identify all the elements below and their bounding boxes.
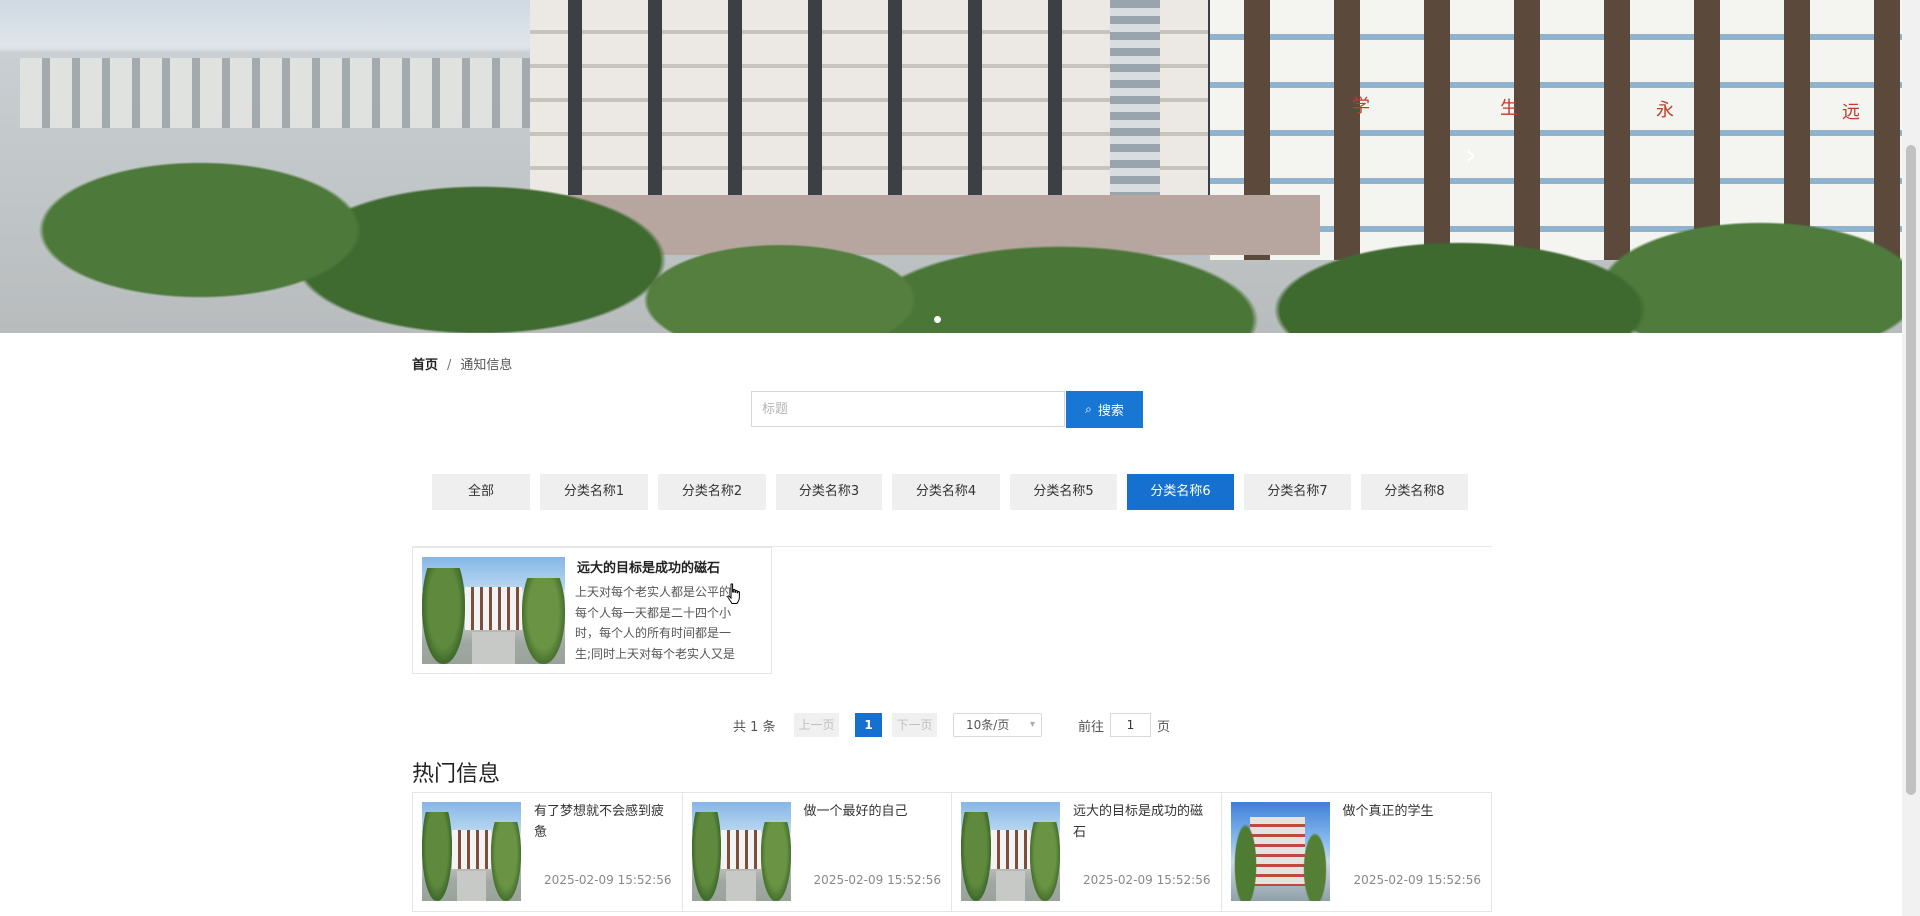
scrollbar-thumb[interactable] [1906, 145, 1916, 795]
search-button-label: 搜索 [1097, 404, 1124, 419]
carousel-indicator-dot[interactable] [934, 316, 941, 323]
hot-item-title[interactable]: 远大的目标是成功的磁石 [1073, 801, 1213, 843]
banner-trees [0, 110, 1902, 333]
category-tab-3[interactable]: 分类名称3 [776, 474, 882, 510]
pagination-page-1[interactable]: 1 [855, 713, 882, 737]
pagination: 共 1 条 上一页 1 下一页 10条/页 ▾ 前往 页 [0, 713, 1920, 737]
hot-item-date: 2025-02-09 15:52:56 [544, 873, 672, 887]
search-button[interactable]: ⌕ 搜索 [1066, 391, 1143, 428]
category-tab-1[interactable]: 分类名称1 [540, 474, 648, 510]
hot-item-thumbnail [691, 802, 791, 901]
page-size-select[interactable]: 10条/页 ▾ [953, 713, 1042, 737]
breadcrumb-home-link[interactable]: 首页 [412, 358, 438, 373]
category-tab-8[interactable]: 分类名称8 [1361, 474, 1468, 510]
breadcrumb: 首页 / 通知信息 [412, 354, 512, 373]
category-tab-5[interactable]: 分类名称5 [1010, 474, 1117, 510]
search-icon: ⌕ [1085, 402, 1092, 416]
hot-item-date: 2025-02-09 15:52:56 [1353, 873, 1481, 887]
hot-item-thumbnail [961, 802, 1060, 901]
chevron-down-icon: ▾ [1029, 719, 1035, 730]
category-tabs: 全部 分类名称1 分类名称2 分类名称3 分类名称4 分类名称5 分类名称6 分… [432, 474, 1468, 510]
page-size-value: 10条/页 [966, 718, 1010, 732]
article-summary: 上天对每个老实人都是公平的。每个人每一天都是二十四个小时，每个人的所有时间都是一… [575, 585, 744, 661]
pagination-prev-button[interactable]: 上一页 [794, 713, 839, 737]
hot-info-item[interactable]: 做个真正的学生 2025-02-09 15:52:56 [1222, 793, 1492, 911]
goto-page-input[interactable] [1110, 713, 1151, 737]
hot-item-thumbnail [422, 802, 521, 901]
category-tab-4[interactable]: 分类名称4 [892, 474, 1000, 510]
banner-carousel: 学 生 永 远 › [0, 0, 1902, 333]
hot-item-title[interactable]: 做一个最好的自己 [804, 801, 944, 822]
goto-unit-label: 页 [1157, 720, 1171, 735]
hot-item-title[interactable]: 做个真正的学生 [1343, 801, 1483, 822]
hot-item-date: 2025-02-09 15:52:56 [1083, 873, 1211, 887]
article-card[interactable]: 远大的目标是成功的磁石 上天对每个老实人都是公平的。每个人每一天都是二十四个小时… [412, 547, 772, 674]
article-title[interactable]: 远大的目标是成功的磁石 [577, 557, 720, 576]
hot-item-date: 2025-02-09 15:52:56 [813, 873, 941, 887]
breadcrumb-current: 通知信息 [460, 358, 513, 373]
breadcrumb-separator: / [447, 358, 452, 373]
hot-info-list: 有了梦想就不会感到疲惫 2025-02-09 15:52:56 做一个最好的自己… [412, 792, 1492, 912]
category-tab-7[interactable]: 分类名称7 [1244, 474, 1351, 510]
hot-info-item[interactable]: 做一个最好的自己 2025-02-09 15:52:56 [683, 793, 952, 911]
hot-info-title: 热门信息 [412, 762, 501, 787]
hot-info-item[interactable]: 远大的目标是成功的磁石 2025-02-09 15:52:56 [952, 793, 1222, 911]
hot-info-item[interactable]: 有了梦想就不会感到疲惫 2025-02-09 15:52:56 [413, 793, 683, 911]
hand-cursor-icon [727, 583, 740, 604]
hot-item-thumbnail [1230, 802, 1330, 901]
hot-item-title[interactable]: 有了梦想就不会感到疲惫 [534, 801, 674, 843]
category-tab-all[interactable]: 全部 [432, 474, 530, 510]
page-scrollbar[interactable] [1902, 0, 1920, 916]
category-tab-2[interactable]: 分类名称2 [658, 474, 766, 510]
chevron-right-icon[interactable]: › [1460, 140, 1482, 170]
pagination-total: 共 1 条 [733, 720, 776, 735]
category-tab-6[interactable]: 分类名称6 [1127, 474, 1234, 510]
search-input[interactable] [751, 391, 1065, 427]
pagination-next-button[interactable]: 下一页 [892, 713, 937, 737]
article-thumbnail [422, 557, 565, 664]
goto-label: 前往 [1078, 720, 1105, 735]
